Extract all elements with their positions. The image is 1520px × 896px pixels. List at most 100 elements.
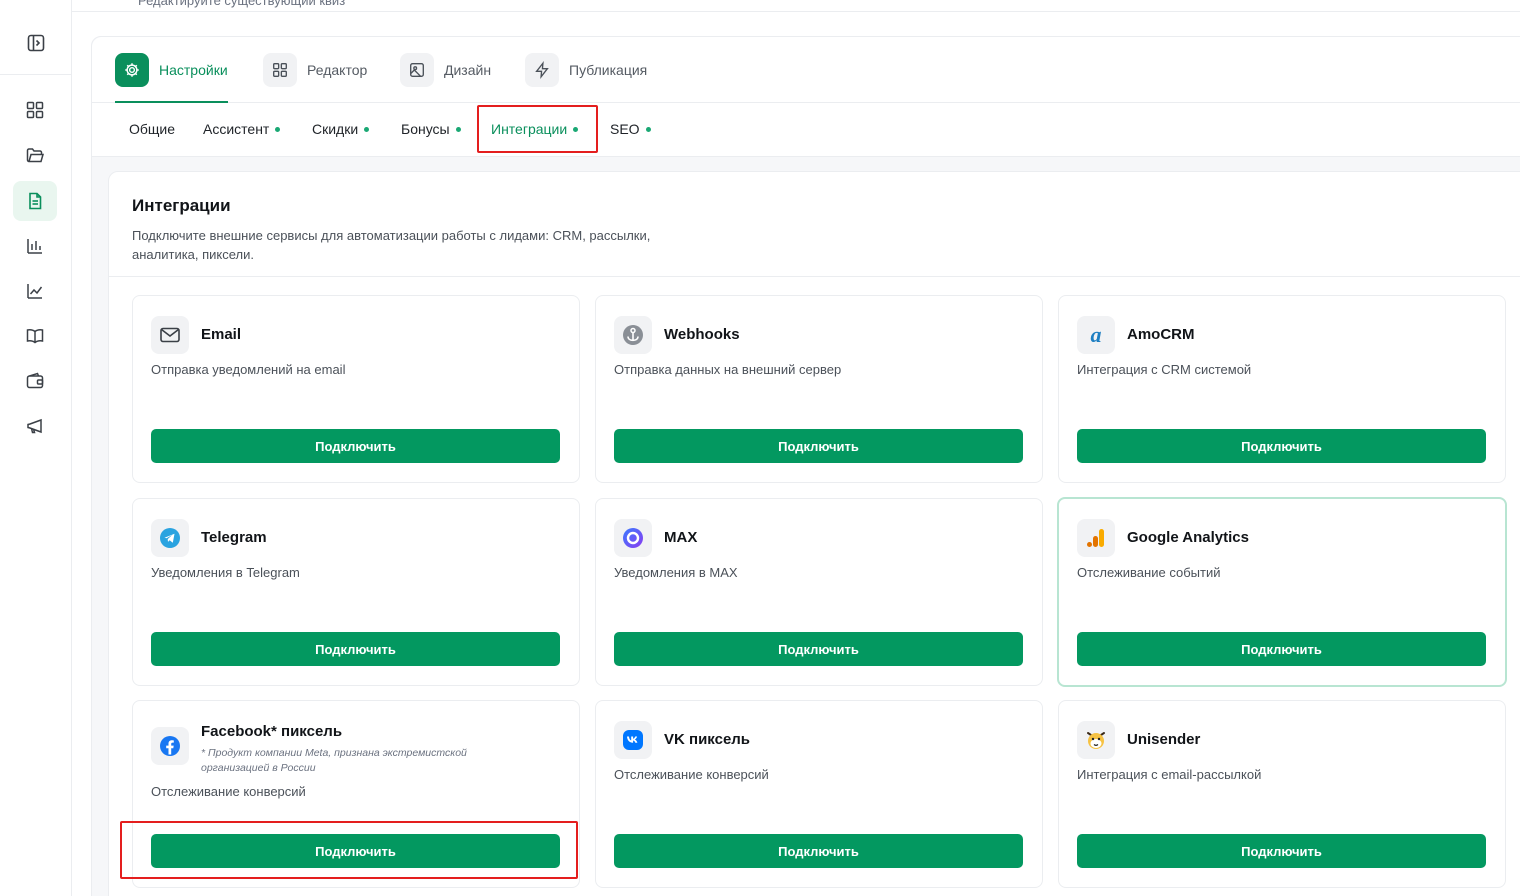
subtab-general[interactable]: Общие bbox=[129, 121, 175, 137]
unisender-icon bbox=[1087, 732, 1105, 749]
connect-unisender-button[interactable]: Подключить bbox=[1077, 834, 1486, 868]
status-dot bbox=[364, 126, 370, 132]
integration-name: AmoCRM bbox=[1127, 326, 1195, 343]
tab-design-label: Дизайн bbox=[444, 62, 492, 78]
sidebar-item-statistics[interactable] bbox=[13, 226, 57, 266]
bar-chart-icon bbox=[27, 239, 42, 254]
tab-editor-label: Редактор bbox=[307, 62, 368, 78]
subtab-assistant[interactable]: Ассистент bbox=[203, 121, 281, 137]
google-analytics-icon bbox=[1087, 529, 1104, 547]
subtab-integrations[interactable]: Интеграции bbox=[491, 121, 579, 137]
integration-description: Интеграция с email-рассылкой bbox=[1077, 767, 1262, 782]
editor-panel: Настройки Редактор Дизайн Публикация Общ… bbox=[91, 36, 1520, 896]
subtab-bonuses[interactable]: Бонусы bbox=[401, 121, 461, 137]
subtab-seo[interactable]: SEO bbox=[610, 121, 651, 137]
section-header: Интеграции Подключите внешние сервисы дл… bbox=[132, 196, 652, 264]
connect-telegram-button[interactable]: Подключить bbox=[151, 632, 560, 666]
connect-max-button[interactable]: Подключить bbox=[614, 632, 1023, 666]
status-dot bbox=[573, 126, 579, 132]
integration-description: Отправка уведомлений на email bbox=[151, 362, 346, 377]
subtab-discounts[interactable]: Скидки bbox=[312, 121, 370, 137]
subtab-discounts-label: Скидки bbox=[312, 121, 359, 137]
connect-email-button[interactable]: Подключить bbox=[151, 429, 560, 463]
facebook-logo bbox=[151, 727, 189, 765]
tab-publish[interactable]: Публикация bbox=[525, 53, 647, 87]
tab-design[interactable]: Дизайн bbox=[400, 53, 491, 87]
connect-facebook-pixel-button[interactable]: Подключить bbox=[151, 834, 560, 868]
panel-toggle-icon bbox=[27, 34, 45, 52]
connect-google-analytics-button[interactable]: Подключить bbox=[1077, 632, 1486, 666]
book-icon bbox=[26, 329, 44, 344]
status-dot bbox=[455, 126, 461, 132]
integration-description: Отслеживание конверсий bbox=[151, 784, 306, 799]
telegram-icon bbox=[160, 528, 180, 548]
sidebar-toggle-button[interactable] bbox=[14, 28, 58, 58]
section-description: Подключите внешние сервисы для автоматиз… bbox=[132, 228, 651, 262]
integration-card-facebook-pixel: Facebook* пиксель * Продукт компании Met… bbox=[132, 700, 580, 888]
sidebar-item-analytics[interactable] bbox=[13, 271, 57, 311]
sidebar-item-marketing[interactable] bbox=[13, 406, 57, 446]
status-dot bbox=[275, 126, 281, 132]
integrations-section: Интеграции Подключите внешние сервисы дл… bbox=[108, 171, 1520, 896]
document-icon bbox=[29, 192, 42, 210]
sidebar-item-quizzes[interactable] bbox=[13, 181, 57, 221]
integration-name: VK пиксель bbox=[664, 731, 751, 748]
integration-name: Unisender bbox=[1127, 731, 1201, 748]
folder-icon bbox=[26, 148, 44, 163]
integration-description: Уведомления в MAX bbox=[614, 565, 738, 580]
megaphone-icon bbox=[27, 418, 42, 434]
page-subtitle: Редактируйте существующий квиз bbox=[138, 0, 346, 8]
connect-webhooks-button[interactable]: Подключить bbox=[614, 429, 1023, 463]
amocrm-logo: a bbox=[1077, 316, 1115, 354]
subtab-general-label: Общие bbox=[129, 121, 176, 137]
sidebar bbox=[0, 0, 72, 896]
svg-text:a: a bbox=[1091, 323, 1102, 347]
amocrm-icon: a bbox=[1091, 323, 1102, 347]
integration-description: Отправка данных на внешний сервер bbox=[614, 362, 842, 377]
webhooks-logo bbox=[614, 316, 652, 354]
gear-icon bbox=[125, 63, 139, 77]
tab-publish-label: Публикация bbox=[569, 62, 648, 78]
integration-name: Facebook* пиксель bbox=[201, 723, 343, 740]
integration-description: Уведомления в Telegram bbox=[151, 565, 300, 580]
subtab-bonuses-label: Бонусы bbox=[401, 121, 450, 137]
settings-subtabs: Общие Ассистент Скидки Бонусы Интеграции… bbox=[92, 103, 1520, 157]
max-icon bbox=[623, 528, 643, 548]
subtab-seo-label: SEO bbox=[610, 121, 640, 137]
tab-editor[interactable]: Редактор bbox=[263, 53, 367, 87]
main-tabs: Настройки Редактор Дизайн Публикация bbox=[92, 37, 1520, 103]
integration-description: Отслеживание конверсий bbox=[614, 767, 769, 782]
section-title: Интеграции bbox=[132, 196, 231, 215]
status-dot bbox=[645, 126, 651, 132]
sidebar-item-projects[interactable] bbox=[13, 135, 57, 175]
webhook-icon bbox=[623, 325, 643, 345]
dashboard-grid-icon bbox=[26, 101, 44, 119]
wallet-icon bbox=[26, 372, 44, 389]
sidebar-item-docs[interactable] bbox=[13, 316, 57, 356]
integration-name: Google Analytics bbox=[1127, 529, 1249, 546]
sidebar-item-dashboard[interactable] bbox=[13, 90, 57, 130]
mail-icon bbox=[160, 327, 180, 343]
vk-icon bbox=[623, 730, 643, 750]
vk-logo bbox=[614, 721, 652, 759]
integration-card-email: Email Отправка уведомлений на email Подк… bbox=[132, 295, 580, 483]
sidebar-divider bbox=[0, 74, 72, 75]
integration-card-vk-pixel: VK пиксель Отслеживание конверсий Подклю… bbox=[595, 700, 1043, 888]
tab-settings[interactable]: Настройки bbox=[115, 53, 228, 103]
unisender-logo bbox=[1077, 721, 1115, 759]
integration-card-webhooks: Webhooks Отправка данных на внешний серв… bbox=[595, 295, 1043, 483]
email-logo bbox=[151, 316, 189, 354]
integration-card-max: MAX Уведомления в MAX Подключить bbox=[595, 498, 1043, 686]
integration-name: Webhooks bbox=[664, 326, 740, 343]
tab-settings-label: Настройки bbox=[159, 62, 228, 78]
image-icon bbox=[410, 63, 424, 77]
lightning-icon bbox=[535, 61, 549, 79]
line-chart-icon bbox=[27, 284, 43, 299]
integration-card-unisender: Unisender Интеграция с email-рассылкой П… bbox=[1058, 700, 1506, 888]
connect-amocrm-button[interactable]: Подключить bbox=[1077, 429, 1486, 463]
connect-vk-pixel-button[interactable]: Подключить bbox=[614, 834, 1023, 868]
facebook-icon bbox=[160, 736, 180, 756]
integration-card-telegram: Telegram Уведомления в Telegram Подключи… bbox=[132, 498, 580, 686]
grid-icon bbox=[273, 63, 287, 77]
sidebar-item-wallet[interactable] bbox=[13, 361, 57, 401]
